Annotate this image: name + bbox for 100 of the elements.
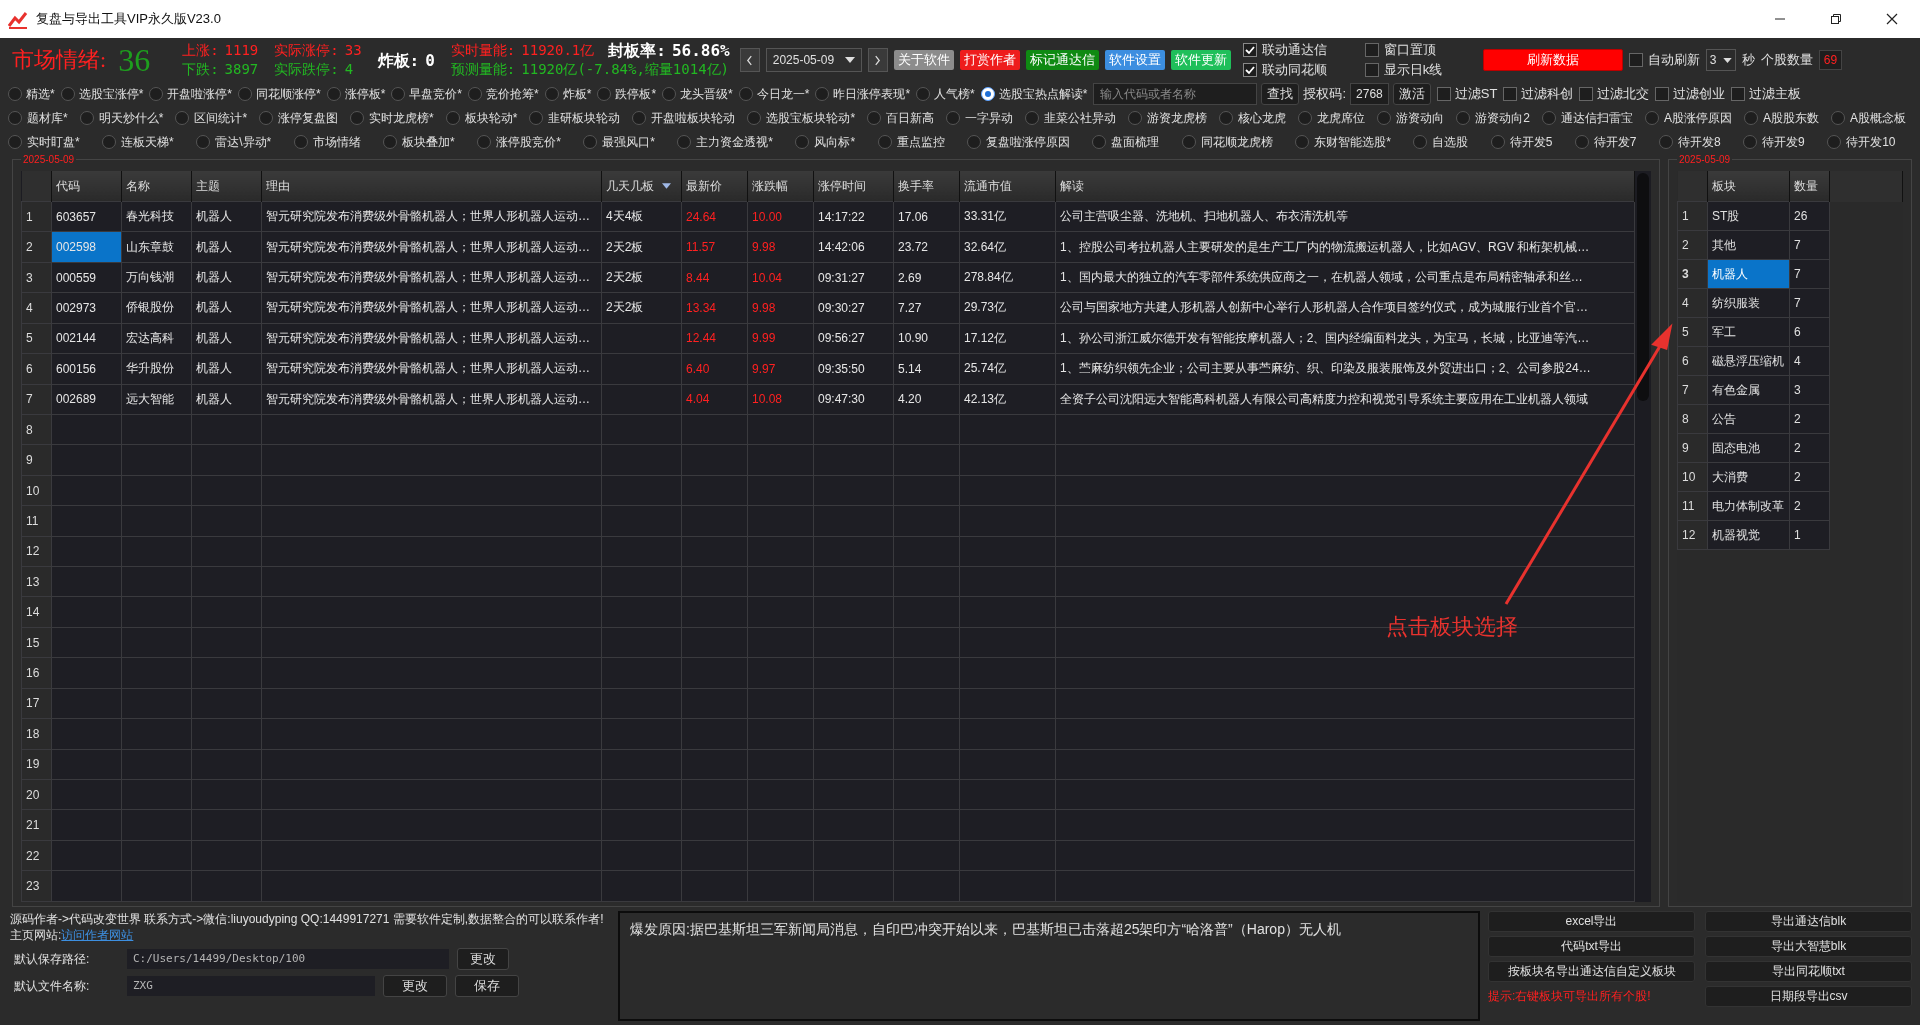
toolbar-button[interactable]: 标记通达信 xyxy=(1025,50,1099,70)
search-field[interactable]: 输入代码或者名称 xyxy=(1093,83,1258,105)
radio-button[interactable] xyxy=(1658,135,1673,149)
radio-button[interactable] xyxy=(747,111,762,125)
radio-button[interactable] xyxy=(1092,135,1107,149)
radio-button[interactable] xyxy=(1744,111,1759,125)
export-button[interactable]: 按板块名导出通达信自定义板块 xyxy=(1488,961,1695,982)
date-select[interactable]: 2025-05-09 xyxy=(765,48,862,72)
radio-button[interactable] xyxy=(877,135,892,149)
file-action-button[interactable]: 保存 xyxy=(455,975,519,997)
checkbox[interactable] xyxy=(1579,87,1594,101)
column-header[interactable]: 几天几板 xyxy=(601,171,682,202)
sector-cell[interactable]: 机器视觉 xyxy=(1707,520,1790,550)
save-path-field[interactable]: C:/Users/14499/Desktop/100 xyxy=(127,949,449,969)
column-header[interactable]: 代码 xyxy=(51,171,122,202)
next-date-button[interactable] xyxy=(867,48,888,72)
export-button[interactable]: 日期段导出csv xyxy=(1705,986,1912,1007)
radio-button[interactable] xyxy=(1490,135,1505,149)
radio-button[interactable] xyxy=(468,87,483,101)
radio-button[interactable] xyxy=(350,111,365,125)
sector-cell[interactable]: 电力体制改革 xyxy=(1707,491,1790,521)
radio-button[interactable] xyxy=(445,111,460,125)
radio-button[interactable] xyxy=(544,87,559,101)
radio-button[interactable] xyxy=(795,135,810,149)
export-button[interactable]: 导出通达信blk xyxy=(1705,911,1912,932)
radio-button[interactable] xyxy=(196,135,211,149)
radio-button[interactable] xyxy=(383,135,398,149)
export-button[interactable]: 导出同花顺txt xyxy=(1705,961,1912,982)
radio-button[interactable] xyxy=(1181,135,1196,149)
column-header[interactable]: 主题 xyxy=(191,171,262,202)
checkbox[interactable] xyxy=(1242,63,1257,77)
radio-button[interactable] xyxy=(1219,111,1234,125)
radio-button[interactable] xyxy=(293,135,308,149)
radio-button[interactable] xyxy=(662,87,677,101)
radio-button[interactable] xyxy=(102,135,117,149)
author-site-link[interactable]: 访问作者网站 xyxy=(61,928,134,942)
column-header[interactable]: 涨停时间 xyxy=(813,171,894,202)
radio-button[interactable] xyxy=(391,87,406,101)
radio-button[interactable] xyxy=(1456,111,1471,125)
column-header[interactable]: 涨跌幅 xyxy=(747,171,814,202)
radio-button[interactable] xyxy=(259,111,274,125)
toolbar-button[interactable]: 打赏作者 xyxy=(959,50,1020,70)
radio-button[interactable] xyxy=(1295,135,1310,149)
sector-cell[interactable]: 其他 xyxy=(1707,230,1790,260)
sector-cell[interactable]: ST股 xyxy=(1707,201,1790,231)
checkbox[interactable] xyxy=(1364,43,1379,57)
checkbox[interactable] xyxy=(1364,63,1379,77)
column-header[interactable]: 最新价 xyxy=(681,171,748,202)
column-header[interactable]: 理由 xyxy=(261,171,602,202)
radio-button[interactable] xyxy=(966,135,981,149)
radio-button[interactable] xyxy=(1542,111,1556,125)
file-name-field[interactable]: ZXG xyxy=(127,976,375,996)
checkbox[interactable] xyxy=(1503,87,1518,101)
sector-cell[interactable]: 大消费 xyxy=(1707,462,1790,492)
file-action-button[interactable]: 更改 xyxy=(383,975,447,997)
radio-button[interactable] xyxy=(867,111,882,125)
previous-date-button[interactable] xyxy=(739,48,760,72)
sector-cell[interactable]: 固态电池 xyxy=(1707,433,1790,463)
export-button[interactable]: 代码txt导出 xyxy=(1488,936,1695,957)
radio-button[interactable] xyxy=(1025,111,1040,125)
column-header[interactable]: 流通市值 xyxy=(959,171,1056,202)
checkbox[interactable] xyxy=(1436,87,1451,101)
export-button[interactable]: 导出大智慧blk xyxy=(1705,936,1912,957)
radio-button[interactable] xyxy=(597,87,612,101)
radio-button[interactable] xyxy=(149,87,164,101)
radio-button[interactable] xyxy=(1128,111,1143,125)
radio-button[interactable] xyxy=(632,111,647,125)
column-header[interactable]: 数量 xyxy=(1789,171,1830,202)
radio-button[interactable] xyxy=(8,111,22,125)
column-header[interactable]: 板块 xyxy=(1707,171,1790,202)
find-button[interactable]: 查找 xyxy=(1261,83,1300,105)
radio-button[interactable] xyxy=(1831,111,1846,125)
checkbox[interactable] xyxy=(1655,87,1670,101)
change-button[interactable]: 更改 xyxy=(457,948,509,970)
scrollbar-thumb[interactable] xyxy=(1637,173,1649,401)
checkbox[interactable] xyxy=(1731,87,1746,101)
radio-button[interactable] xyxy=(326,87,341,101)
radio-button[interactable] xyxy=(477,135,492,149)
radio-button[interactable] xyxy=(815,87,830,101)
sector-cell[interactable]: 磁悬浮压缩机 xyxy=(1707,346,1790,376)
radio-button[interactable] xyxy=(8,87,22,101)
radio-button[interactable] xyxy=(1377,111,1392,125)
export-button[interactable]: excel导出 xyxy=(1488,911,1695,932)
refresh-button[interactable]: 刷新数据 xyxy=(1482,49,1623,71)
interval-select[interactable]: 3 xyxy=(1705,49,1736,71)
radio-button[interactable] xyxy=(175,111,190,125)
radio-button[interactable] xyxy=(238,87,252,101)
column-header[interactable]: 名称 xyxy=(121,171,192,202)
sector-cell[interactable]: 机器人 xyxy=(1707,259,1790,289)
radio-button[interactable] xyxy=(1574,135,1589,149)
radio-button[interactable] xyxy=(916,87,931,101)
radio-button[interactable] xyxy=(1298,111,1313,125)
radio-button[interactable] xyxy=(1645,111,1659,125)
radio-button[interactable] xyxy=(79,111,94,125)
radio-button[interactable] xyxy=(8,135,22,149)
radio-button[interactable] xyxy=(60,87,75,101)
sector-cell[interactable]: 公告 xyxy=(1707,404,1790,434)
checkbox[interactable] xyxy=(1242,43,1257,57)
radio-button[interactable] xyxy=(677,135,692,149)
radio-button[interactable] xyxy=(980,87,995,101)
